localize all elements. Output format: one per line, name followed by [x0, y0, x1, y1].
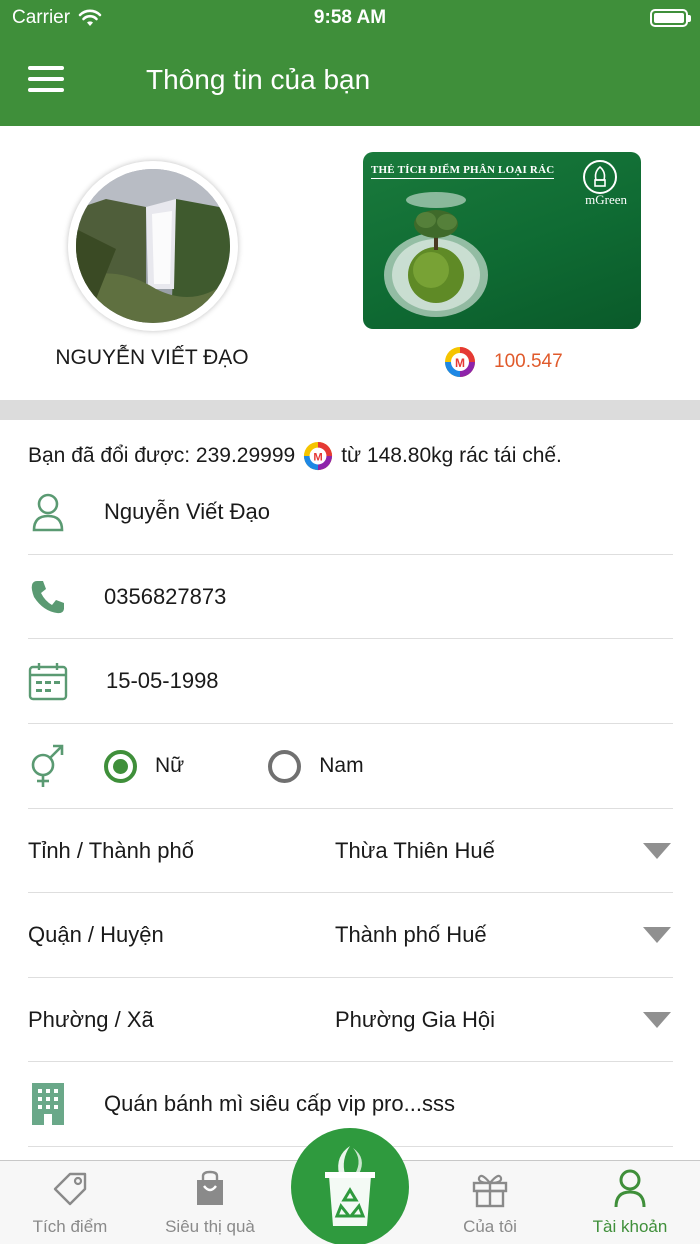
- gender-label-female: Nữ: [155, 754, 185, 777]
- birthday-row[interactable]: 15-05-1998: [28, 639, 673, 724]
- gender-icon: [28, 744, 68, 787]
- menu-bar: [28, 66, 64, 70]
- tab-gift-market[interactable]: Siêu thị quà: [140, 1169, 280, 1237]
- phone-field[interactable]: 0356827873: [104, 584, 226, 610]
- exchange-summary: Bạn đã đổi được: 239.29999 M từ 148.80kg…: [28, 441, 562, 471]
- tab-label: Tích điểm: [32, 1217, 108, 1236]
- avatar[interactable]: [68, 161, 238, 331]
- profile-name: NGUYỄN VIẾT ĐẠO: [55, 346, 249, 369]
- tab-my-items[interactable]: Của tôi: [420, 1169, 560, 1237]
- menu-bar: [28, 88, 64, 92]
- gender-option-male[interactable]: Nam: [268, 749, 364, 783]
- recycle-scan-button[interactable]: [291, 1128, 409, 1244]
- building-icon: [28, 1083, 68, 1125]
- green-globe-icon: [381, 190, 491, 325]
- loyalty-card[interactable]: THẺ TÍCH ĐIỂM PHÂN LOẠI RÁC mGreen: [363, 152, 641, 329]
- phone-icon: [28, 577, 68, 617]
- district-value[interactable]: Thành phố Huế: [335, 922, 643, 948]
- tab-label: Tài khoản: [592, 1217, 668, 1236]
- recycle-bin-icon: [325, 1146, 375, 1226]
- gift-icon: [420, 1169, 560, 1209]
- mgreen-logo-icon: [583, 160, 617, 194]
- status-bar: Carrier 9:58 AM: [0, 0, 700, 38]
- profile-section: NGUYỄN VIẾT ĐẠO THẺ TÍCH ĐIỂM PHÂN LOẠI …: [0, 126, 700, 400]
- page-title: Thông tin của bạn: [146, 64, 371, 95]
- calendar-icon: [28, 661, 68, 701]
- tab-label: Siêu thị quà: [165, 1217, 255, 1236]
- user-icon: [560, 1169, 700, 1209]
- tab-label: Của tôi: [463, 1217, 517, 1236]
- battery-icon: [650, 9, 691, 27]
- svg-text:M: M: [455, 356, 465, 370]
- summary-prefix: Bạn đã đổi được: 239.29999: [28, 444, 296, 467]
- card-title: THẺ TÍCH ĐIỂM PHÂN LOẠI RÁC: [371, 164, 555, 179]
- tag-icon: [0, 1169, 140, 1209]
- gender-option-female[interactable]: Nữ: [104, 749, 185, 783]
- points-value: 100.547: [494, 351, 563, 372]
- section-divider: [0, 400, 700, 420]
- gender-label-male: Nam: [319, 754, 364, 777]
- card-brand: mGreen: [585, 192, 627, 207]
- status-time: 9:58 AM: [313, 7, 387, 28]
- avatar-image: [76, 169, 230, 323]
- dropdown-arrow-icon[interactable]: [643, 927, 671, 943]
- name-row[interactable]: Nguyễn Viết Đạo: [28, 470, 673, 555]
- summary-suffix: từ 148.80kg rác tái chế.: [341, 444, 562, 467]
- province-label: Tỉnh / Thành phố: [28, 837, 194, 863]
- menu-bar: [28, 77, 64, 81]
- province-select[interactable]: Tỉnh / Thành phố Thừa Thiên Huế: [28, 809, 673, 893]
- dropdown-arrow-icon[interactable]: [643, 1011, 671, 1028]
- full-name-field[interactable]: Nguyễn Viết Đạo: [104, 499, 270, 525]
- province-value[interactable]: Thừa Thiên Huế: [335, 838, 643, 864]
- dropdown-arrow-icon[interactable]: [643, 842, 671, 859]
- m-coin-icon: M: [445, 347, 475, 377]
- address-field[interactable]: Quán bánh mì siêu cấp vip pro...sss: [104, 1091, 455, 1117]
- app-header: Carrier 9:58 AM Thông tin của bạn: [0, 0, 700, 126]
- menu-button[interactable]: [28, 66, 64, 92]
- svg-text:M: M: [314, 452, 323, 464]
- district-select[interactable]: Quận / Huyện Thành phố Huế: [28, 893, 673, 978]
- radio-unselected-icon: [268, 749, 302, 783]
- gender-row: Nữ Nam: [28, 724, 673, 809]
- ward-label: Phường / Xã: [28, 1006, 154, 1032]
- points-balance: M 100.547: [444, 346, 563, 378]
- birthday-field[interactable]: 15-05-1998: [106, 668, 219, 694]
- m-coin-icon: M: [304, 441, 333, 471]
- district-label: Quận / Huyện: [28, 922, 164, 947]
- tab-account[interactable]: Tài khoản: [560, 1169, 700, 1237]
- ward-value[interactable]: Phường Gia Hội: [335, 1007, 643, 1033]
- phone-row[interactable]: 0356827873: [28, 555, 673, 639]
- radio-selected-icon: [104, 749, 137, 783]
- tab-earn-points[interactable]: Tích điểm: [0, 1169, 140, 1237]
- user-icon: [28, 492, 68, 532]
- ward-select[interactable]: Phường / Xã Phường Gia Hội: [28, 978, 673, 1062]
- shopping-bag-icon: [140, 1169, 280, 1209]
